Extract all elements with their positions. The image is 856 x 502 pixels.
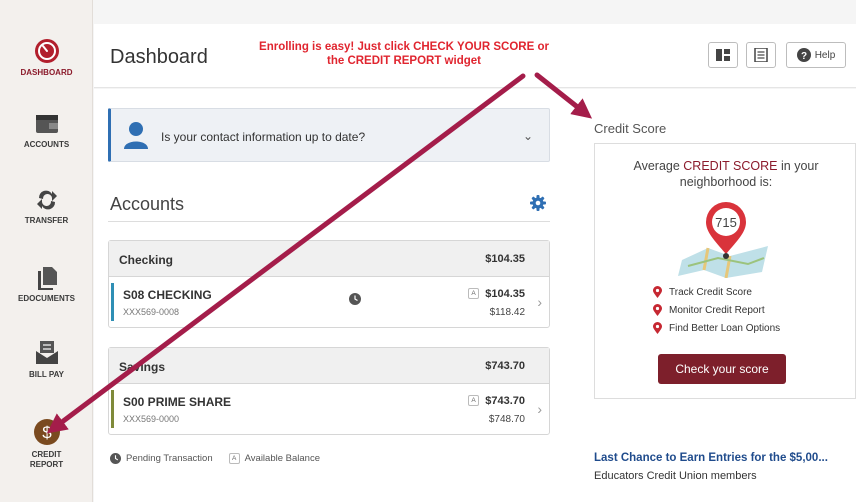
credit-score-value: 715 — [715, 215, 737, 230]
layout-toggle-button[interactable] — [708, 42, 738, 68]
account-group-checking: Checking $104.35 S08 CHECKING XXX569-000… — [108, 240, 550, 328]
account-group-header: Checking $104.35 — [109, 241, 549, 277]
account-group-savings: Savings $743.70 S00 PRIME SHARE XXX569-0… — [108, 347, 550, 435]
user-icon — [124, 122, 148, 149]
account-row[interactable]: S08 CHECKING XXX569-0008 A $104.35 $118.… — [109, 277, 549, 327]
group-title: Checking — [119, 253, 174, 267]
question-icon: ? — [796, 48, 811, 62]
legend-pending-label: Pending Transaction — [126, 453, 213, 464]
layout-grid-icon — [716, 49, 730, 61]
accounts-title: Accounts — [110, 194, 185, 214]
bill-pay-icon — [35, 341, 58, 364]
account-group-header: Savings $743.70 — [109, 348, 549, 384]
account-color-bar — [111, 283, 114, 321]
divider — [108, 221, 550, 222]
help-button[interactable]: ? Help — [786, 42, 846, 68]
dollar-icon: $ — [33, 419, 60, 445]
credit-feature-label: Find Better Loan Options — [669, 322, 781, 334]
group-total: $104.35 — [485, 253, 525, 265]
main-content: Is your contact information up to date? … — [94, 89, 856, 502]
credit-score-widget[interactable]: Average CREDIT SCORE in your neighborhoo… — [594, 143, 856, 399]
news-headline-link[interactable]: Last Chance to Earn Entries for the $5,0… — [594, 452, 828, 464]
app-root: DASHBOARD ACCOUNTS TRANSFER EDOCUMENTS B… — [0, 0, 856, 502]
group-total: $743.70 — [485, 360, 525, 372]
sidebar-item-label: CREDIT REPORT — [29, 450, 64, 469]
headline-highlight: CREDIT SCORE — [683, 159, 778, 173]
sidebar: DASHBOARD ACCOUNTS TRANSFER EDOCUMENTS B… — [0, 0, 93, 502]
chevron-down-icon[interactable]: ⌄ — [523, 129, 533, 143]
contact-info-banner[interactable]: Is your contact information up to date? … — [108, 108, 550, 162]
sidebar-item-bill-pay[interactable]: BILL PAY — [0, 340, 93, 380]
account-name: S08 CHECKING — [123, 288, 212, 302]
documents-icon — [37, 267, 57, 290]
check-your-score-button[interactable]: Check your score — [658, 354, 786, 384]
gear-icon[interactable] — [530, 195, 546, 211]
page-title: Dashboard — [110, 46, 208, 68]
available-badge: A — [468, 395, 479, 406]
map-pin-score-icon: 715 — [678, 202, 768, 278]
available-badge: A — [468, 288, 479, 299]
contact-banner-text: Is your contact information up to date? — [161, 130, 366, 144]
map-pin-icon — [653, 322, 662, 334]
account-row[interactable]: S00 PRIME SHARE XXX569-0000 A $743.70 $7… — [109, 384, 549, 434]
print-button[interactable] — [746, 42, 776, 68]
document-icon — [754, 48, 768, 62]
sidebar-item-dashboard[interactable]: DASHBOARD — [0, 38, 93, 78]
current-balance: $118.42 — [489, 307, 525, 318]
sidebar-item-label: ACCOUNTS — [23, 140, 70, 149]
accounts-legend: Pending Transaction A Available Balance — [110, 453, 320, 464]
sidebar-item-edocuments[interactable]: EDOCUMENTS — [0, 266, 93, 304]
chevron-right-icon: › — [537, 401, 542, 417]
help-label: Help — [814, 49, 836, 61]
account-number: XXX569-0000 — [123, 414, 180, 424]
sidebar-item-transfer[interactable]: TRANSFER — [0, 188, 93, 226]
svg-text:?: ? — [801, 51, 807, 62]
current-balance: $748.70 — [488, 414, 525, 425]
group-title: Savings — [119, 360, 166, 374]
credit-feature: Monitor Credit Report — [653, 304, 765, 316]
available-balance: $104.35 — [485, 288, 525, 300]
clock-icon — [349, 293, 361, 305]
chevron-right-icon: › — [537, 294, 542, 310]
map-pin-icon — [653, 286, 662, 298]
credit-headline: Average CREDIT SCORE in your neighborhoo… — [605, 158, 847, 190]
sidebar-item-label: EDOCUMENTS — [18, 294, 75, 303]
sidebar-item-credit-report[interactable]: $ CREDIT REPORT — [0, 418, 93, 470]
available-badge: A — [228, 453, 240, 464]
credit-feature: Track Credit Score — [653, 286, 752, 298]
credit-feature-label: Monitor Credit Report — [669, 304, 765, 316]
credit-score-title: Credit Score — [594, 121, 667, 136]
sidebar-item-label: BILL PAY — [29, 370, 64, 379]
annotation-text: Enrolling is easy! Just click CHECK YOUR… — [259, 41, 549, 67]
page-header: Dashboard Enrolling is easy! Just click … — [94, 24, 856, 88]
account-color-bar — [111, 390, 114, 428]
account-name: S00 PRIME SHARE — [123, 395, 232, 409]
svg-text:$: $ — [42, 423, 52, 442]
available-balance: $743.70 — [485, 395, 525, 407]
sidebar-item-label: TRANSFER — [24, 216, 69, 225]
transfer-arrows-icon — [36, 190, 57, 210]
clock-icon — [110, 453, 121, 464]
credit-feature-label: Track Credit Score — [669, 286, 752, 298]
wallet-icon — [35, 115, 58, 133]
legend-available-label: Available Balance — [244, 453, 320, 464]
map-pin-icon — [653, 304, 662, 316]
speedometer-icon — [34, 39, 59, 63]
credit-feature: Find Better Loan Options — [653, 322, 780, 334]
headline-text: Average — [633, 159, 684, 173]
sidebar-item-accounts[interactable]: ACCOUNTS — [0, 112, 93, 150]
account-number: XXX569-0008 — [123, 307, 180, 317]
sidebar-item-label: DASHBOARD — [20, 68, 73, 77]
news-snippet: Educators Credit Union members — [594, 470, 757, 482]
